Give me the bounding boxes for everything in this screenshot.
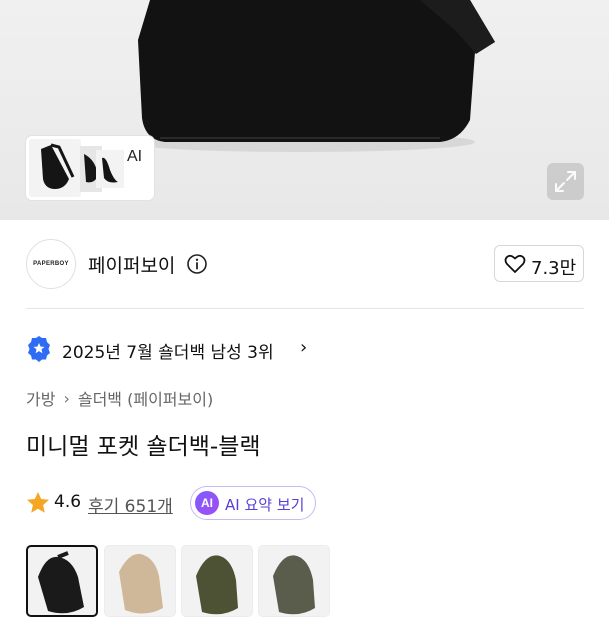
ranking-badge-icon [28,336,50,362]
bag-thumbnail-black [38,551,84,614]
star-icon [27,492,49,513]
ai-badge-icon: AI [195,491,219,515]
brand-logo[interactable]: PAPERBOY [26,239,76,289]
product-image[interactable]: AI › [0,0,609,220]
bag-thumbnail-khaki [196,555,238,615]
thumbnail-bag-model-icon [102,157,118,183]
image-thumbnail-strip[interactable]: AI › [26,136,154,200]
like-button[interactable]: 7.3만 [494,245,584,282]
expand-icon [555,171,576,192]
thumbnail-model[interactable] [96,150,124,188]
thumbnail-ai-label[interactable]: AI [127,148,142,166]
breadcrumb: 가방 › 숄더백 (페이퍼보이) [26,386,213,410]
chevron-right-icon: › [300,337,308,358]
like-count: 7.3만 [531,258,577,279]
ai-summary-button[interactable]: AI AI 요약 보기 [190,486,316,520]
color-option-olive-gray[interactable] [258,545,330,617]
brand-row: PAPERBOY 페이퍼보이 7.3만 [0,222,609,308]
color-option-black[interactable] [26,545,98,617]
chevron-right-icon: › [63,388,70,408]
color-option-khaki[interactable] [181,545,253,617]
ai-summary-label: AI 요약 보기 [225,496,305,514]
bag-thumbnail-beige [119,553,163,614]
breadcrumb-item-category[interactable]: 가방 [26,390,55,409]
info-icon[interactable] [186,253,208,275]
bag-thumbnail-olive-gray [273,555,315,615]
divider [26,308,584,309]
thumbnail-bag-icon [41,143,75,189]
rating-score: 4.6 [54,492,82,512]
expand-button[interactable] [547,163,584,200]
review-link[interactable]: 후기 651개 [88,492,173,517]
color-option-beige[interactable] [104,545,176,617]
breadcrumb-item-subcategory[interactable]: 숄더백 (페이퍼보이) [78,390,213,409]
heart-outline-icon [504,254,526,273]
thumbnail-main[interactable] [29,139,81,197]
product-title: 미니멀 포켓 숄더백-블랙 [26,434,261,460]
ranking-text: 2025년 7월 숄더백 남성 3위 [62,343,274,363]
brand-name[interactable]: 페이퍼보이 [88,251,175,278]
